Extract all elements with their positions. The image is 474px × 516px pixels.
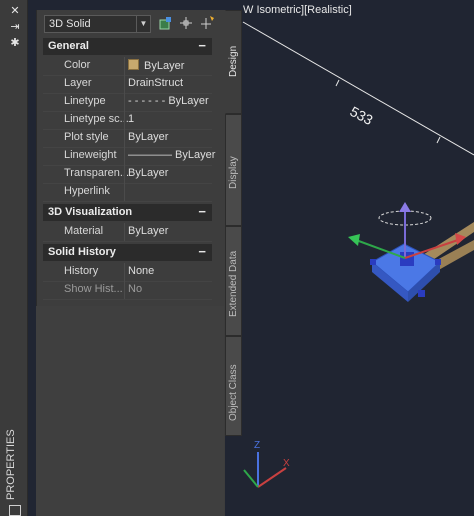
tab-label: Extended Data [228,250,239,317]
section-title: General [48,40,89,52]
prop-value: ByLayer [128,167,169,179]
gizmo-z-arrow [399,202,411,212]
object-type-dropdown[interactable]: 3D Solid ▼ [44,15,151,33]
prop-name: History [64,265,99,277]
prop-row-linetype[interactable]: Linetype - - - - - - ByLayer [43,93,212,112]
grip [400,252,414,266]
prop-row-color[interactable]: Color ByLayer [43,57,212,76]
grip [435,259,441,265]
prop-row-transparency[interactable]: Transparen... ByLayer [43,165,212,184]
section-solid-history[interactable]: Solid History − [43,244,212,261]
tab-extended-data[interactable]: Extended Data [225,226,242,336]
prop-row-linetype-scale[interactable]: Linetype sc... 1 [43,111,212,130]
ucs-z-label: Z [254,440,260,451]
tab-label: Object Class [228,364,239,421]
collapse-icon[interactable]: − [198,38,206,53]
prop-name: Linetype [64,95,106,107]
prop-row-material[interactable]: Material ByLayer [43,223,212,242]
prop-row-history[interactable]: History None [43,263,212,282]
prop-name: Color [64,59,91,71]
prop-value: ByLayer [128,131,169,143]
grip [418,290,425,297]
palette-empty-area [36,306,224,516]
properties-title-strip[interactable]: ✕ ⇥ ✱ PROPERTIES [0,0,28,516]
chevron-down-icon[interactable]: ▼ [136,16,150,32]
prop-value: - - - - - - ByLayer [128,95,209,107]
object-type-value: 3D Solid [49,18,91,30]
prop-name: Material [64,225,104,237]
viewport-label[interactable]: W Isometric][Realistic] [243,4,352,16]
prop-value: None [128,265,155,277]
collapse-icon[interactable]: − [198,244,206,259]
prop-value: ByLayer [128,225,169,237]
settings-icon[interactable]: ✱ [8,36,22,50]
ucs-y [243,469,259,488]
section-general[interactable]: General − [43,38,212,55]
prop-value: DrainStruct [128,77,184,89]
prop-name: Transparen... [64,167,130,179]
select-objects-icon[interactable] [178,15,194,31]
prop-value: No [128,283,143,295]
prop-row-lineweight[interactable]: Lineweight ———— ByLayer [43,147,216,166]
dimension-tick [436,136,441,144]
prop-name: Show Hist... [64,283,123,295]
quick-select-icon[interactable] [199,15,215,31]
prop-name: Linetype sc... [64,113,129,125]
autohide-icon[interactable]: ⇥ [8,20,22,34]
close-icon[interactable]: ✕ [8,4,22,18]
dimension-line [242,21,474,156]
section-title: 3D Visualization [48,206,133,218]
prop-row-plot-style[interactable]: Plot style ByLayer [43,129,212,148]
palette-title: PROPERTIES [5,429,17,500]
prop-row-show-history[interactable]: Show Hist... No [43,281,212,300]
tab-design[interactable]: Design [225,10,242,114]
prop-name: Lineweight [64,149,117,161]
palette-menu-icon[interactable] [9,505,21,516]
prop-name: Plot style [64,131,109,143]
prop-row-layer[interactable]: Layer DrainStruct [43,75,212,94]
tab-label: Design [228,45,239,77]
prop-name: Hyperlink [64,185,110,197]
prop-value: ByLayer [128,59,184,72]
tab-display[interactable]: Display [225,114,242,226]
dimension-tick [335,79,340,87]
prop-row-hyperlink[interactable]: Hyperlink [43,183,212,202]
prop-value: ———— ByLayer [128,149,216,161]
tab-object-class[interactable]: Object Class [225,336,242,436]
ucs-x [257,467,287,488]
grip [370,259,376,265]
tab-label: Display [228,156,239,189]
prop-value: 1 [128,113,135,125]
gizmo-y-arrow [348,234,360,246]
ucs-x-label: X [283,458,290,469]
prop-name: Layer [64,77,92,89]
color-swatch-icon [128,59,139,70]
collapse-icon[interactable]: − [198,204,206,219]
section-3d-visualization[interactable]: 3D Visualization − [43,204,212,221]
section-title: Solid History [48,246,116,258]
toggle-pickadd-icon[interactable] [157,15,173,31]
